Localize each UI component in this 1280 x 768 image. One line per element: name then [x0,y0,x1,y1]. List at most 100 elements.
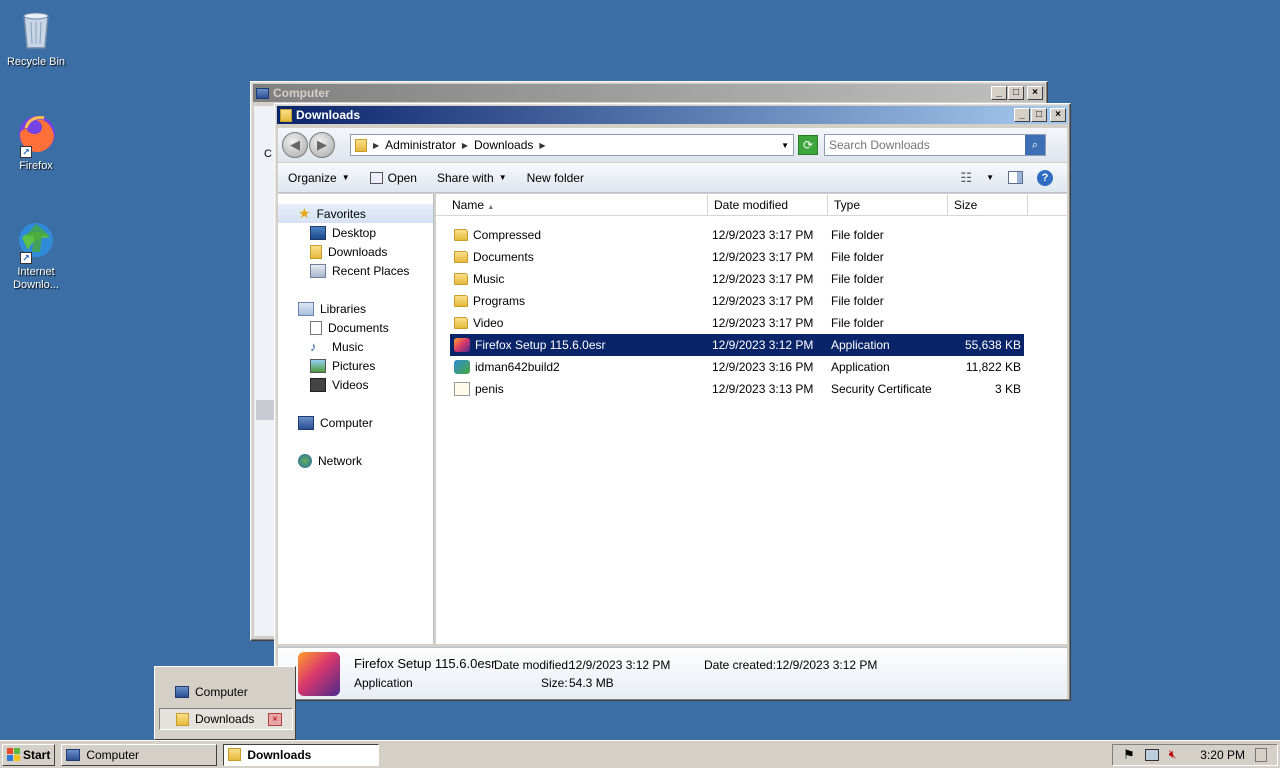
back-button[interactable]: ◀ [282,132,308,158]
search-box[interactable]: ⌕ [824,134,1046,156]
file-row-video[interactable]: Video 12/9/2023 3:17 PM File folder [450,312,1024,334]
system-tray: ⚑ 🔇︎ 3:20 PM [1112,743,1278,766]
column-size[interactable]: Size [948,194,1028,215]
nav-computer[interactable]: Computer [278,413,433,432]
computer-window-icon [256,87,269,99]
close-icon[interactable]: × [268,712,282,726]
preview-pane-icon[interactable] [1008,171,1023,184]
address-bar[interactable]: ▶ Administrator ▶ Downloads ▶ ▼ [350,134,794,156]
flyout-item-computer[interactable]: Computer [159,681,293,703]
forward-button[interactable]: ▶ [309,132,335,158]
downloads-window-titlebar[interactable]: Downloads _ □ × [277,106,1068,124]
refresh-button[interactable]: ⟳ [798,135,818,155]
close-button[interactable]: × [1050,108,1066,122]
view-options-icon[interactable]: ☷ [960,170,972,186]
minimize-button[interactable]: _ [991,86,1007,100]
nav-pictures[interactable]: Pictures [278,356,433,375]
file-name: Programs [473,294,526,308]
nav-label: Network [318,453,363,468]
desktop-icon-firefox[interactable]: ↗ Firefox [4,112,68,173]
desktop-icon [310,225,326,240]
details-created-value: 12/9/2023 3:12 PM [776,658,878,672]
desktop-icon-label: Recycle Bin [6,56,66,68]
firefox-setup-large-icon [298,652,340,696]
desktop-icon-recycle-bin[interactable]: Recycle Bin [4,8,68,69]
downloads-icon [176,712,189,726]
file-row-music[interactable]: Music 12/9/2023 3:17 PM File folder [450,268,1024,290]
file-row-compressed[interactable]: Compressed 12/9/2023 3:17 PM File folder [450,224,1024,246]
file-row-idman[interactable]: idman642build2 12/9/2023 3:16 PM Applica… [450,356,1024,378]
nav-music[interactable]: ♪ Music [278,337,433,356]
nav-network[interactable]: Network [278,451,433,470]
desktop-icon-label: Internet Downlo... [13,266,59,291]
breadcrumb-chevron-icon[interactable]: ▶ [462,141,468,150]
column-type-label: Type [834,198,861,212]
desktop-icon-label: Firefox [19,160,53,172]
new-folder-button[interactable]: New folder [527,171,584,185]
open-button[interactable]: Open [369,171,417,185]
file-date: 12/9/2023 3:17 PM [712,316,814,330]
view-options-dropdown-icon[interactable]: ▼ [986,173,994,182]
breadcrumb-downloads[interactable]: Downloads [474,138,533,152]
clock[interactable]: 3:20 PM [1200,748,1245,762]
nav-libraries[interactable]: Libraries [278,299,433,318]
details-modified-label: Date modified: [494,658,572,672]
search-button[interactable]: ⌕ [1025,135,1045,155]
minimize-button[interactable]: _ [1014,108,1030,122]
start-button[interactable]: Start [2,743,56,766]
file-type: File folder [831,228,884,242]
folder-icon [454,229,468,241]
nav-documents[interactable]: Documents [278,318,433,337]
file-name: Documents [473,250,534,264]
column-name[interactable]: Name ▲ [446,194,708,215]
forward-arrow-icon: ▶ [317,137,327,152]
nav-videos[interactable]: Videos [278,375,433,394]
search-icon: ⌕ [1031,139,1039,151]
action-center-flag-icon[interactable]: ⚑ [1123,747,1135,763]
address-row: ◀ ▶ ▶ Administrator ▶ Downloads ▶ ▼ ⟳ ⌕ [278,128,1067,162]
nav-downloads[interactable]: Downloads [278,242,433,261]
file-type: File folder [831,294,884,308]
show-desktop-icon[interactable] [1255,747,1267,762]
taskbar-button-downloads[interactable]: Downloads [223,743,380,766]
nav-label: Documents [328,320,389,335]
taskbar-button-computer[interactable]: Computer [61,743,218,766]
address-history-dropdown-icon[interactable]: ▼ [781,141,789,150]
computer-window-title: Computer [273,86,330,100]
organize-menu[interactable]: Organize ▼ [288,171,350,185]
nav-recent-places[interactable]: Recent Places [278,261,433,280]
maximize-button[interactable]: □ [1008,86,1024,100]
details-modified-value: 12/9/2023 3:12 PM [569,658,671,672]
desktop-icon-internet-download-manager[interactable]: ↗ Internet Downlo... [4,218,68,292]
flyout-item-downloads[interactable]: Downloads × [159,708,293,730]
help-icon[interactable]: ? [1037,169,1053,186]
breadcrumb-chevron-icon[interactable]: ▶ [539,141,545,150]
maximize-button[interactable]: □ [1031,108,1047,122]
computer-window-scroll-thumb[interactable] [256,400,274,420]
downloads-window[interactable]: Downloads _ □ × ◀ ▶ ▶ Administrator ▶ Do… [274,103,1071,701]
column-headers: Name ▲ Date modified Type Size [436,194,1067,216]
nav-desktop[interactable]: Desktop [278,223,433,242]
computer-window-titlebar[interactable]: Computer _ □ × [253,84,1045,102]
close-button[interactable]: × [1027,86,1043,100]
file-date: 12/9/2023 3:16 PM [712,360,814,374]
column-type[interactable]: Type [828,194,948,215]
search-input[interactable] [825,138,1025,152]
open-icon [369,171,383,184]
file-row-firefox-setup[interactable]: Firefox Setup 115.6.0esr 12/9/2023 3:12 … [450,334,1024,356]
file-size: 55,638 KB [964,338,1021,352]
column-date-modified[interactable]: Date modified [708,194,828,215]
file-date: 12/9/2023 3:17 PM [712,272,814,286]
file-row-certificate[interactable]: penis 12/9/2023 3:13 PM Security Certifi… [450,378,1024,400]
file-row-documents[interactable]: Documents 12/9/2023 3:17 PM File folder [450,246,1024,268]
breadcrumb-administrator[interactable]: Administrator [385,138,456,152]
organize-label: Organize [288,170,337,185]
libraries-icon [298,301,314,316]
network-status-icon[interactable] [1144,748,1159,761]
volume-muted-icon[interactable]: 🔇︎ [1169,747,1177,762]
share-with-menu[interactable]: Share with ▼ [437,171,507,185]
breadcrumb-chevron-icon[interactable]: ▶ [373,141,379,150]
file-row-programs[interactable]: Programs 12/9/2023 3:17 PM File folder [450,290,1024,312]
nav-favorites[interactable]: ★ Favorites [278,204,433,223]
chevron-down-icon: ▼ [498,173,507,182]
